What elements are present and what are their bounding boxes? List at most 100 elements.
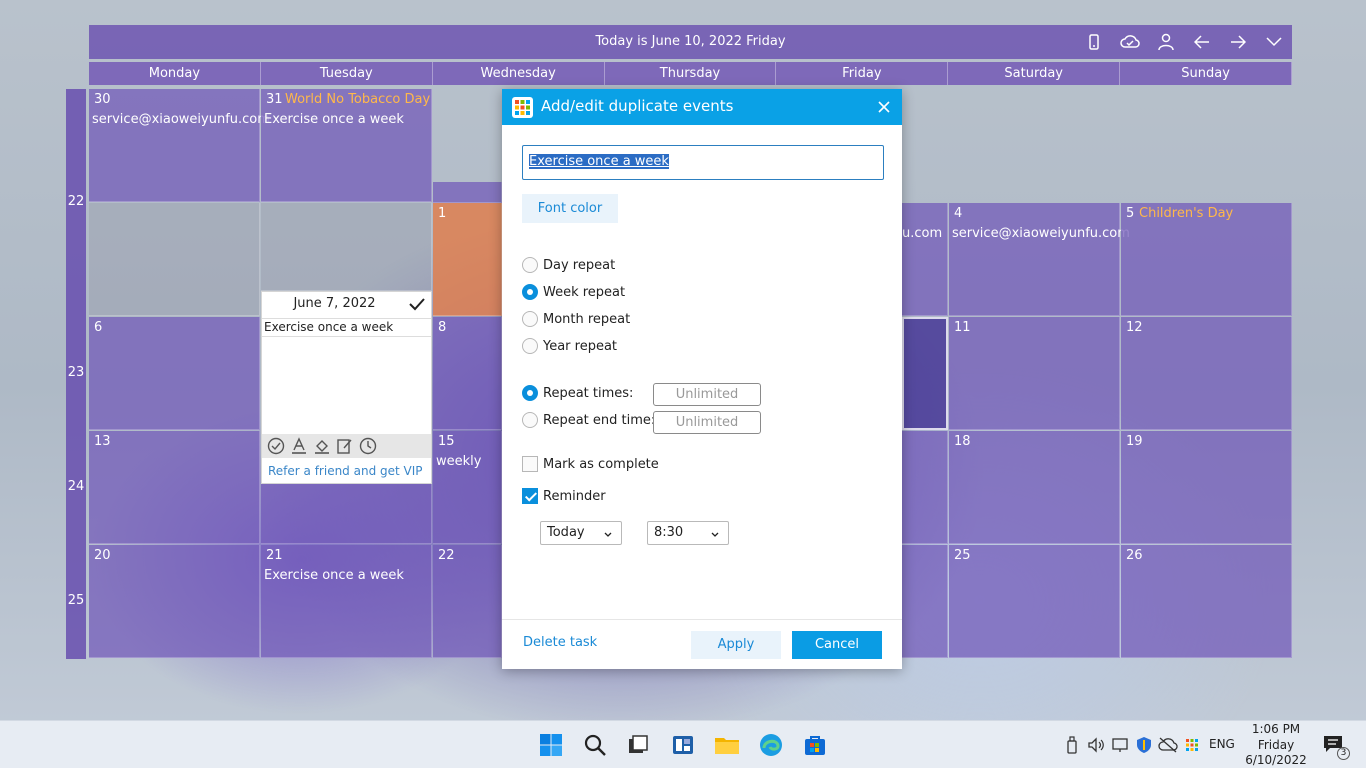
event-title-text: Exercise once a week: [529, 154, 669, 169]
widgets-icon[interactable]: [668, 730, 698, 760]
cloud-offline-icon[interactable]: [1158, 735, 1178, 755]
day-cell-jun-14[interactable]: [261, 484, 432, 544]
weekday-monday: Monday: [89, 62, 261, 85]
day-cell-jun-12[interactable]: 12: [1121, 317, 1292, 430]
refer-friend-link[interactable]: Refer a friend and get VIP: [268, 464, 423, 478]
day-cell-jun-21[interactable]: 21 Exercise once a week: [261, 545, 432, 658]
day-cell-jun-24[interactable]: [902, 545, 948, 658]
day-event[interactable]: u.com: [902, 226, 942, 241]
radio-button[interactable]: [522, 257, 538, 273]
day-event[interactable]: Exercise once a week: [264, 568, 404, 583]
repeat-option-month[interactable]: Month repeat: [522, 309, 630, 329]
language-indicator[interactable]: ENG: [1209, 737, 1235, 751]
usb-device-icon[interactable]: [1062, 735, 1082, 755]
day-cell-jun-20[interactable]: 20: [89, 545, 260, 658]
day-cell-empty: [89, 203, 260, 316]
close-icon[interactable]: [874, 97, 894, 117]
repeat-option-year[interactable]: Year repeat: [522, 336, 617, 356]
day-event[interactable]: Exercise once a week: [264, 112, 404, 127]
day-event[interactable]: weekly: [436, 454, 481, 469]
arrow-left-icon[interactable]: [1190, 30, 1214, 54]
security-shield-icon[interactable]: [1134, 735, 1154, 755]
notification-center-icon[interactable]: 3: [1322, 733, 1350, 760]
store-icon[interactable]: [800, 730, 830, 760]
day-cell-jun-8[interactable]: 8: [433, 317, 502, 430]
checkbox[interactable]: [522, 456, 538, 472]
chevron-down-icon[interactable]: [1262, 30, 1286, 54]
note-text[interactable]: Exercise once a week: [262, 318, 431, 337]
day-number: 21: [266, 548, 283, 563]
select-value: 8:30: [654, 525, 684, 540]
day-number: 31: [266, 92, 283, 107]
system-clock[interactable]: 1:06 PM Friday 6/10/2022: [1244, 722, 1308, 768]
edit-note-icon[interactable]: [335, 436, 355, 456]
search-icon[interactable]: [580, 730, 610, 760]
repeat-times-input[interactable]: Unlimited: [653, 383, 761, 406]
day-number: 22: [438, 548, 455, 563]
reminder-option[interactable]: Reminder: [522, 486, 606, 506]
font-color-icon[interactable]: [289, 436, 309, 456]
radio-label: Week repeat: [543, 284, 626, 300]
file-explorer-icon[interactable]: [712, 730, 742, 760]
task-view-icon[interactable]: [623, 730, 653, 760]
radio-button[interactable]: [522, 412, 538, 428]
font-color-button[interactable]: Font color: [522, 194, 618, 223]
app-grid-tray-icon[interactable]: [1182, 735, 1202, 755]
radio-button[interactable]: [522, 284, 538, 300]
repeat-end-time-input[interactable]: Unlimited: [653, 411, 761, 434]
week-number: 25: [67, 593, 85, 608]
user-icon[interactable]: [1154, 30, 1178, 54]
windows-start-icon[interactable]: [536, 730, 566, 760]
repeat-times-option[interactable]: Repeat times:: [522, 383, 633, 403]
day-cell-jun-13[interactable]: 13: [89, 431, 260, 544]
day-cell-jun-25[interactable]: 25: [949, 545, 1120, 658]
arrow-right-icon[interactable]: [1226, 30, 1250, 54]
edge-browser-icon[interactable]: [756, 730, 786, 760]
day-cell-jun-17[interactable]: [902, 431, 948, 544]
day-cell-jun-3[interactable]: u.com: [902, 203, 948, 316]
day-cell-jun-1[interactable]: 1: [433, 203, 502, 316]
mark-complete-option[interactable]: Mark as complete: [522, 454, 659, 474]
repeat-option-day[interactable]: Day repeat: [522, 255, 615, 275]
day-cell-may-31[interactable]: 31 World No Tobacco Day Exercise once a …: [261, 89, 432, 202]
day-event[interactable]: service@xiaoweiyunfu.com: [92, 112, 270, 127]
week-number-column: 22 23 24 25: [66, 89, 86, 659]
radio-button[interactable]: [522, 385, 538, 401]
reminder-time-select[interactable]: 8:30: [647, 521, 729, 545]
holiday-label: World No Tobacco Day: [285, 92, 431, 107]
apply-button[interactable]: Apply: [691, 631, 781, 659]
delete-task-link[interactable]: Delete task: [523, 635, 597, 650]
day-cell-jun-11[interactable]: 11: [949, 317, 1120, 430]
day-cell-jun-26[interactable]: 26: [1121, 545, 1292, 658]
clock-time: 1:06 PM: [1251, 722, 1301, 736]
cloud-sync-icon[interactable]: [1118, 30, 1142, 54]
day-cell-jun-4[interactable]: 4 service@xiaoweiyunfu.com: [949, 203, 1130, 316]
day-cell-jun-22[interactable]: 22: [433, 545, 502, 658]
event-title-input[interactable]: Exercise once a week: [522, 145, 884, 180]
dialog-header: Add/edit duplicate events: [502, 89, 902, 125]
cancel-button[interactable]: Cancel: [792, 631, 882, 659]
day-cell-may-30[interactable]: 30 service@xiaoweiyunfu.com: [89, 89, 270, 202]
checkbox[interactable]: [522, 488, 538, 504]
day-cell-jun-19[interactable]: 19: [1121, 431, 1292, 544]
day-cell-today[interactable]: [902, 317, 948, 430]
day-cell-jun-15[interactable]: 15 weekly: [433, 431, 502, 544]
day-cell-jun-6[interactable]: 6: [89, 317, 260, 430]
repeat-end-time-option[interactable]: Repeat end time:: [522, 410, 655, 430]
radio-button[interactable]: [522, 338, 538, 354]
weekday-thursday: Thursday: [605, 62, 777, 85]
radio-button[interactable]: [522, 311, 538, 327]
fill-color-icon[interactable]: [312, 436, 332, 456]
volume-icon[interactable]: [1086, 735, 1106, 755]
reminder-day-select[interactable]: Today: [540, 521, 622, 545]
complete-circle-icon[interactable]: [266, 436, 286, 456]
check-icon[interactable]: [407, 294, 427, 314]
clock-icon[interactable]: [358, 436, 378, 456]
day-event[interactable]: service@xiaoweiyunfu.com: [952, 226, 1130, 241]
day-cell-jun-18[interactable]: 18: [949, 431, 1120, 544]
weekday-tuesday: Tuesday: [261, 62, 433, 85]
network-icon[interactable]: [1110, 735, 1130, 755]
repeat-option-week[interactable]: Week repeat: [522, 282, 625, 302]
day-cell-jun-5[interactable]: 5 Children's Day: [1121, 203, 1292, 316]
phone-icon[interactable]: [1082, 30, 1106, 54]
